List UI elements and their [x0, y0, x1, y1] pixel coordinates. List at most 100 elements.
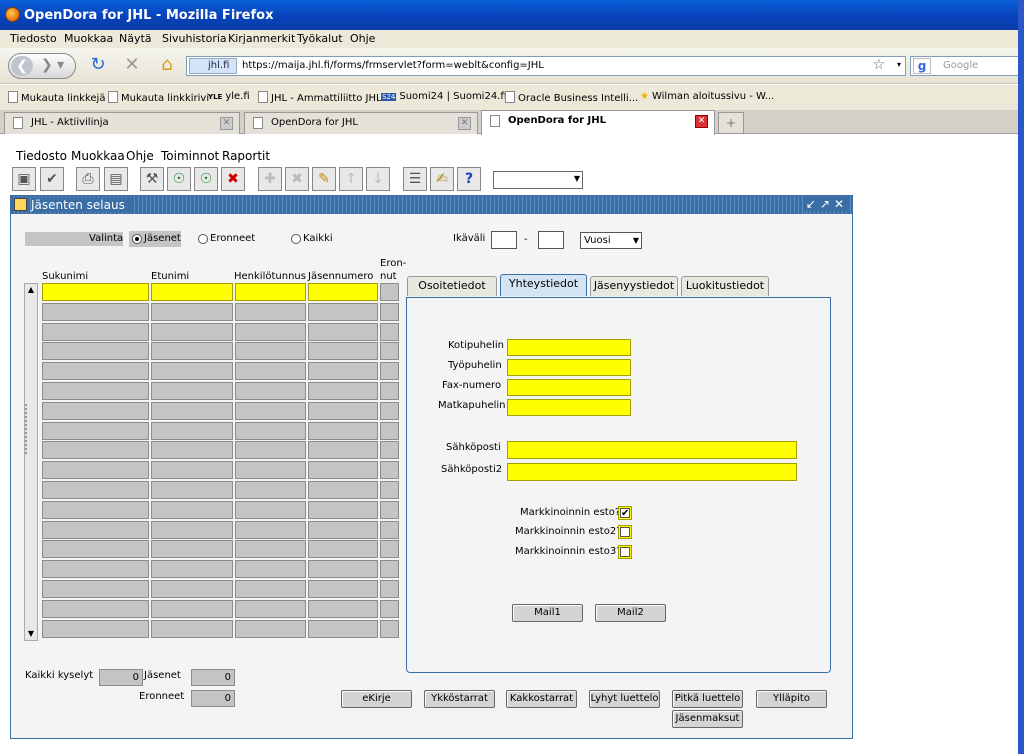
henkilotunnus-cell[interactable]: [235, 342, 306, 360]
etunimi-cell[interactable]: [151, 441, 233, 459]
henkilotunnus-cell[interactable]: [235, 362, 306, 380]
save-icon[interactable]: ▣: [12, 167, 36, 191]
bookmark-item[interactable]: JHL - Ammattiliitto JHL: [258, 91, 382, 104]
henkilotunnus-cell[interactable]: [235, 560, 306, 578]
jasennumero-cell[interactable]: [308, 362, 378, 380]
etunimi-cell[interactable]: [151, 362, 233, 380]
sahkoposti-input[interactable]: [507, 441, 797, 459]
browser-tab[interactable]: OpenDora for JHL ✕: [244, 112, 478, 134]
henkilotunnus-cell[interactable]: [235, 580, 306, 598]
fax-input[interactable]: [507, 379, 631, 396]
henkilotunnus-cell[interactable]: [235, 441, 306, 459]
close-tab-icon[interactable]: ✕: [220, 117, 233, 130]
eronnut-cell[interactable]: [380, 521, 399, 539]
next-record-icon[interactable]: ↓: [366, 167, 390, 191]
sukunimi-cell[interactable]: [42, 580, 149, 598]
eronnut-cell[interactable]: [380, 382, 399, 400]
close-tab-icon[interactable]: ✕: [458, 117, 471, 130]
bookmark-item[interactable]: YLE yle.fi: [208, 91, 250, 102]
radio-kaikki[interactable]: [291, 234, 301, 244]
jasennumero-cell[interactable]: [308, 303, 378, 321]
sukunimi-cell[interactable]: [42, 382, 149, 400]
jasennumero-cell[interactable]: [308, 422, 378, 440]
eronnut-cell[interactable]: [380, 402, 399, 420]
menu-tyokalut[interactable]: Työkalut: [297, 32, 343, 45]
etunimi-cell[interactable]: [151, 521, 233, 539]
etunimi-cell[interactable]: [151, 501, 233, 519]
search-box[interactable]: g Google: [910, 56, 1024, 76]
sahkoposti2-input[interactable]: [507, 463, 797, 481]
close-tab-icon[interactable]: ✕: [695, 115, 708, 128]
menu-tiedosto[interactable]: Tiedosto: [10, 32, 57, 45]
sukunimi-cell[interactable]: [42, 362, 149, 380]
site-identity-badge[interactable]: jhl.fi: [189, 58, 237, 74]
insert-record-icon[interactable]: ✚: [258, 167, 282, 191]
ykkostarrat-button[interactable]: Ykköstarrat: [424, 690, 495, 708]
sukunimi-cell[interactable]: [42, 461, 149, 479]
jasennumero-cell[interactable]: [308, 560, 378, 578]
henkilotunnus-cell[interactable]: [235, 422, 306, 440]
google-icon[interactable]: g: [913, 58, 931, 74]
sukunimi-cell[interactable]: [42, 481, 149, 499]
bookmark-item[interactable]: S24 Suomi24 | Suomi24.fi: [381, 91, 507, 102]
previous-record-icon[interactable]: ↑: [339, 167, 363, 191]
henkilotunnus-cell[interactable]: [235, 283, 306, 301]
tyopuhelin-input[interactable]: [507, 359, 631, 376]
app-menu-tiedosto[interactable]: Tiedosto: [16, 149, 67, 163]
jasennumero-cell[interactable]: [308, 342, 378, 360]
clear-record-icon[interactable]: ✎: [312, 167, 336, 191]
tab-jasenyystiedot[interactable]: Jäsenyystiedot: [590, 276, 678, 296]
henkilotunnus-cell[interactable]: [235, 323, 306, 341]
reload-icon[interactable]: ↻: [86, 54, 110, 78]
menu-kirjanmerkit[interactable]: Kirjanmerkit: [228, 32, 295, 45]
app-menu-ohje[interactable]: Ohje: [126, 149, 154, 163]
sukunimi-cell[interactable]: [42, 441, 149, 459]
ikavali-unit-select[interactable]: Vuosi ▼: [580, 232, 642, 249]
eronnut-cell[interactable]: [380, 283, 399, 301]
pitka-luettelo-button[interactable]: Pitkä luettelo: [672, 690, 743, 708]
forward-icon[interactable]: ❯ ▾: [41, 57, 64, 73]
etunimi-cell[interactable]: [151, 402, 233, 420]
etunimi-cell[interactable]: [151, 323, 233, 341]
sukunimi-cell[interactable]: [42, 402, 149, 420]
jasennumero-cell[interactable]: [308, 323, 378, 341]
menu-muokkaa[interactable]: Muokkaa: [64, 32, 113, 45]
menu-nayta[interactable]: Näytä: [119, 32, 152, 45]
count-query-icon[interactable]: ☉: [194, 167, 218, 191]
henkilotunnus-cell[interactable]: [235, 501, 306, 519]
delete-record-icon[interactable]: ✖: [285, 167, 309, 191]
eronnut-cell[interactable]: [380, 441, 399, 459]
sukunimi-cell[interactable]: [42, 342, 149, 360]
print-preview-icon[interactable]: ▤: [104, 167, 128, 191]
etunimi-cell[interactable]: [151, 303, 233, 321]
kotipuhelin-input[interactable]: [507, 339, 631, 356]
app-menu-toiminnot[interactable]: Toiminnot: [161, 149, 219, 163]
jasennumero-cell[interactable]: [308, 441, 378, 459]
bookmark-star-icon[interactable]: ☆: [872, 57, 885, 73]
eronnut-cell[interactable]: [380, 540, 399, 558]
new-tab-icon[interactable]: +: [718, 112, 744, 134]
tab-yhteystiedot[interactable]: Yhteystiedot: [500, 274, 587, 296]
henkilotunnus-cell[interactable]: [235, 540, 306, 558]
bookmark-item[interactable]: ★ Wilman aloitussivu - W...: [640, 91, 774, 102]
henkilotunnus-cell[interactable]: [235, 382, 306, 400]
jasenmaksut-button[interactable]: Jäsenmaksut: [672, 710, 743, 728]
eronnut-cell[interactable]: [380, 580, 399, 598]
app-menu-muokkaa[interactable]: Muokkaa: [71, 149, 125, 163]
sukunimi-cell[interactable]: [42, 323, 149, 341]
url-dropdown-icon[interactable]: ▾: [897, 60, 901, 69]
henkilotunnus-cell[interactable]: [235, 402, 306, 420]
eronnut-cell[interactable]: [380, 481, 399, 499]
tab-luokitustiedot[interactable]: Luokitustiedot: [681, 276, 769, 296]
sukunimi-cell[interactable]: [42, 422, 149, 440]
sukunimi-cell[interactable]: [42, 540, 149, 558]
sukunimi-cell[interactable]: [42, 560, 149, 578]
help-icon[interactable]: ?: [457, 167, 481, 191]
url-text[interactable]: https://maija.jhl.fi/forms/frmservlet?fo…: [242, 60, 544, 71]
jasennumero-cell[interactable]: [308, 283, 378, 301]
window-controls[interactable]: ↙↗✕: [805, 197, 848, 211]
home-icon[interactable]: ⌂: [155, 54, 179, 78]
henkilotunnus-cell[interactable]: [235, 600, 306, 618]
jasennumero-cell[interactable]: [308, 580, 378, 598]
sukunimi-cell[interactable]: [42, 303, 149, 321]
